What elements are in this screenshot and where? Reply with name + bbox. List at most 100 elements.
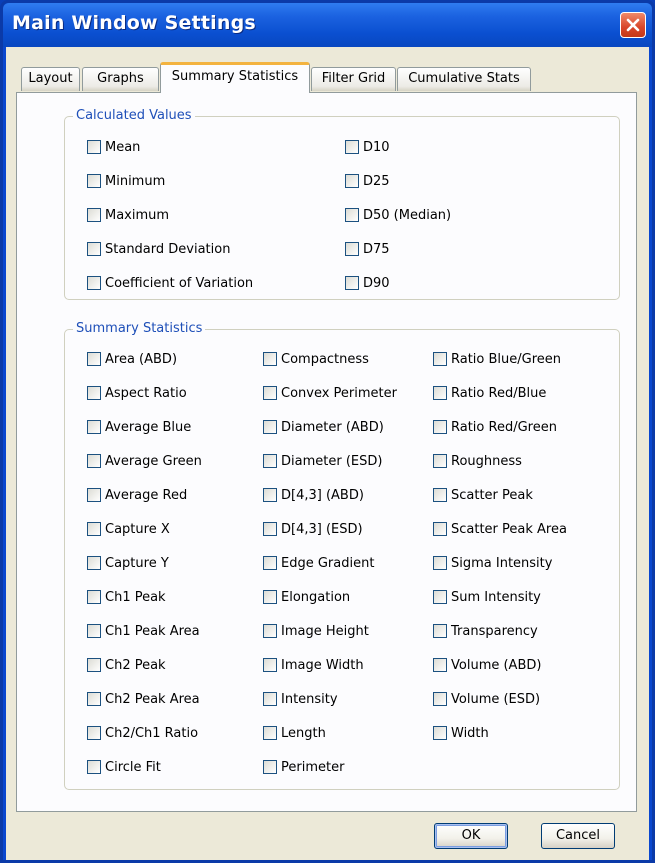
checkbox-box[interactable] [433,522,447,536]
checkbox-transparency[interactable]: Transparency [433,622,538,640]
checkbox-box[interactable] [345,276,359,290]
checkbox-ch2-peak-area[interactable]: Ch2 Peak Area [87,690,200,708]
checkbox-box[interactable] [263,726,277,740]
checkbox-box[interactable] [433,692,447,706]
checkbox-sigma-intensity[interactable]: Sigma Intensity [433,554,552,572]
checkbox-convex-perimeter[interactable]: Convex Perimeter [263,384,397,402]
checkbox-box[interactable] [263,692,277,706]
checkbox-box[interactable] [263,760,277,774]
checkbox-average-green[interactable]: Average Green [87,452,202,470]
checkbox-coefficient-of-variation[interactable]: Coefficient of Variation [87,274,253,292]
checkbox-capture-x[interactable]: Capture X [87,520,170,538]
checkbox-box[interactable] [433,352,447,366]
checkbox-box[interactable] [87,590,101,604]
tab-layout[interactable]: Layout [21,67,80,91]
checkbox-box[interactable] [345,174,359,188]
title-bar[interactable]: Main Window Settings [3,3,652,47]
checkbox-box[interactable] [263,556,277,570]
checkbox-box[interactable] [345,140,359,154]
checkbox-box[interactable] [87,658,101,672]
checkbox-scatter-peak[interactable]: Scatter Peak [433,486,533,504]
checkbox-box[interactable] [87,760,101,774]
checkbox-box[interactable] [87,420,101,434]
checkbox-box[interactable] [263,522,277,536]
checkbox-length[interactable]: Length [263,724,326,742]
checkbox-intensity[interactable]: Intensity [263,690,338,708]
checkbox-box[interactable] [433,624,447,638]
checkbox-compactness[interactable]: Compactness [263,350,369,368]
checkbox-box[interactable] [263,488,277,502]
checkbox-roughness[interactable]: Roughness [433,452,522,470]
checkbox-box[interactable] [87,352,101,366]
checkbox-maximum[interactable]: Maximum [87,206,169,224]
checkbox-box[interactable] [87,208,101,222]
checkbox-box[interactable] [263,420,277,434]
checkbox-box[interactable] [87,174,101,188]
checkbox-image-height[interactable]: Image Height [263,622,369,640]
checkbox-box[interactable] [87,726,101,740]
tab-summary-statistics[interactable]: Summary Statistics [160,62,310,93]
checkbox-box[interactable] [263,624,277,638]
checkbox-minimum[interactable]: Minimum [87,172,165,190]
checkbox-box[interactable] [433,386,447,400]
checkbox-box[interactable] [433,726,447,740]
checkbox-scatter-peak-area[interactable]: Scatter Peak Area [433,520,567,538]
checkbox-box[interactable] [433,658,447,672]
checkbox-box[interactable] [433,454,447,468]
checkbox-box[interactable] [433,590,447,604]
checkbox-box[interactable] [87,522,101,536]
tab-graphs[interactable]: Graphs [82,67,159,91]
checkbox-box[interactable] [263,658,277,672]
checkbox-ch2-peak[interactable]: Ch2 Peak [87,656,166,674]
checkbox-width[interactable]: Width [433,724,489,742]
close-button[interactable] [620,12,646,38]
checkbox-volume-abd[interactable]: Volume (ABD) [433,656,541,674]
checkbox-mean[interactable]: Mean [87,138,140,156]
checkbox-box[interactable] [263,386,277,400]
tab-filter-grid[interactable]: Filter Grid [311,67,396,91]
checkbox-volume-esd[interactable]: Volume (ESD) [433,690,540,708]
checkbox-box[interactable] [87,242,101,256]
checkbox-d43-abd[interactable]: D[4,3] (ABD) [263,486,364,504]
checkbox-edge-gradient[interactable]: Edge Gradient [263,554,374,572]
tab-cumulative-stats[interactable]: Cumulative Stats [397,67,531,91]
checkbox-box[interactable] [263,352,277,366]
checkbox-box[interactable] [87,624,101,638]
checkbox-ratio-blue-green[interactable]: Ratio Blue/Green [433,350,561,368]
checkbox-box[interactable] [87,386,101,400]
checkbox-box[interactable] [87,556,101,570]
checkbox-capture-y[interactable]: Capture Y [87,554,169,572]
checkbox-d75[interactable]: D75 [345,240,390,258]
checkbox-area-abd[interactable]: Area (ABD) [87,350,177,368]
checkbox-average-blue[interactable]: Average Blue [87,418,191,436]
checkbox-box[interactable] [87,692,101,706]
checkbox-d10[interactable]: D10 [345,138,390,156]
checkbox-ratio-red-blue[interactable]: Ratio Red/Blue [433,384,546,402]
checkbox-average-red[interactable]: Average Red [87,486,187,504]
ok-button[interactable]: OK [434,823,508,849]
checkbox-d90[interactable]: D90 [345,274,390,292]
checkbox-box[interactable] [87,140,101,154]
checkbox-box[interactable] [433,556,447,570]
checkbox-circle-fit[interactable]: Circle Fit [87,758,161,776]
checkbox-box[interactable] [433,488,447,502]
checkbox-ratio-red-green[interactable]: Ratio Red/Green [433,418,557,436]
checkbox-diameter-esd[interactable]: Diameter (ESD) [263,452,382,470]
checkbox-box[interactable] [263,454,277,468]
checkbox-box[interactable] [345,242,359,256]
checkbox-ch1-peak-area[interactable]: Ch1 Peak Area [87,622,200,640]
checkbox-standard-deviation[interactable]: Standard Deviation [87,240,230,258]
checkbox-box[interactable] [345,208,359,222]
checkbox-d43-esd[interactable]: D[4,3] (ESD) [263,520,363,538]
checkbox-aspect-ratio[interactable]: Aspect Ratio [87,384,187,402]
checkbox-box[interactable] [87,276,101,290]
checkbox-ch2-ch1-ratio[interactable]: Ch2/Ch1 Ratio [87,724,198,742]
checkbox-image-width[interactable]: Image Width [263,656,364,674]
checkbox-box[interactable] [87,454,101,468]
checkbox-d25[interactable]: D25 [345,172,390,190]
checkbox-sum-intensity[interactable]: Sum Intensity [433,588,541,606]
checkbox-ch1-peak[interactable]: Ch1 Peak [87,588,166,606]
checkbox-box[interactable] [87,488,101,502]
checkbox-box[interactable] [263,590,277,604]
cancel-button[interactable]: Cancel [541,823,615,849]
